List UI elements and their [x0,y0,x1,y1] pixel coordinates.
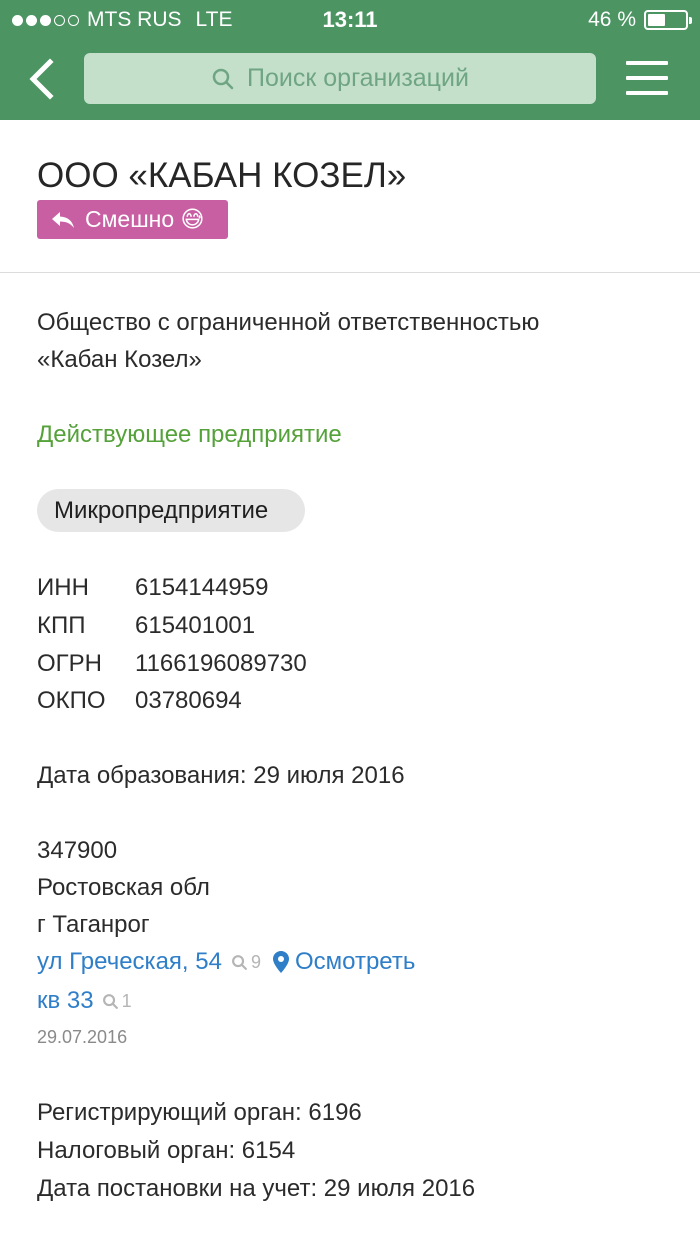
reply-icon [52,211,74,228]
code-label: ИНН [37,574,89,601]
code-row-inn: ИНН 6154144959 [37,574,268,602]
back-button[interactable] [24,56,60,102]
full-name-line2: «Кабан Козел» [37,346,202,373]
org-header: ООО «КАБАН КОЗЕЛ» Смешно 😅 [0,120,700,273]
hamburger-icon [626,61,668,65]
map-pin-icon [272,951,289,973]
code-value: 6154144959 [135,574,269,601]
top-bar: MTS RUS LTE 13:11 46 % Поиск организаций [0,0,700,120]
code-value: 615401001 [135,612,256,639]
code-label: КПП [37,612,86,639]
apartment-row: кв 33 1 [37,987,132,1015]
street-link[interactable]: ул Греческая, 54 [37,948,222,976]
view-on-map-link[interactable]: Осмотреть [272,948,416,976]
code-label: ОКПО [37,687,106,714]
search-icon [232,954,247,970]
postal-code: 347900 [37,837,118,864]
founded-date: Дата образования: 29 июля 2016 [37,762,405,789]
category-badge: Микропредприятие [37,489,305,532]
street-row: ул Греческая, 54 9 Осмотреть [37,948,415,976]
tax-authority: Налоговый орган: 6154 [37,1137,296,1164]
view-label: Осмотреть [294,948,416,975]
address-date: 29.07.2016 [37,1027,128,1047]
status-text: Действующее предприятие [37,421,342,448]
code-row-okpo: ОКПО 03780694 [37,687,242,715]
code-value: 1166196089730 [135,650,307,677]
search-icon [212,68,234,89]
search-icon [102,993,118,1009]
code-row-kpp: КПП 615401001 [37,612,255,640]
tag-label: Смешно 😅 [85,206,205,232]
page-title: ООО «КАБАН КОЗЕЛ» [37,156,407,195]
menu-button[interactable] [626,61,668,95]
tag-button[interactable]: Смешно 😅 [37,200,228,239]
apartment-link[interactable]: кв 33 [37,987,94,1015]
battery-icon [644,10,692,30]
code-label: ОГРН [37,650,103,677]
region: Ростовская обл [37,874,210,901]
code-value: 03780694 [135,687,242,714]
city: г Таганрог [37,911,150,938]
code-row-ogrn: ОГРН 1166196089730 [37,650,307,678]
search-input[interactable]: Поиск организаций [84,53,596,104]
chevron-left-icon [29,58,54,100]
registration-date: Дата постановки на учет: 29 июля 2016 [37,1175,476,1202]
full-name-line1: Общество с ограниченной ответственностью [37,309,540,336]
status-bar: MTS RUS LTE 13:11 46 % [0,0,700,40]
apartment-search-count[interactable]: 1 [102,991,132,1012]
search-placeholder: Поиск организаций [247,64,469,92]
street-search-count[interactable]: 9 [231,952,261,973]
battery-percent: 46 % [588,8,636,31]
registering-authority: Регистрирующий орган: 6196 [37,1099,362,1126]
